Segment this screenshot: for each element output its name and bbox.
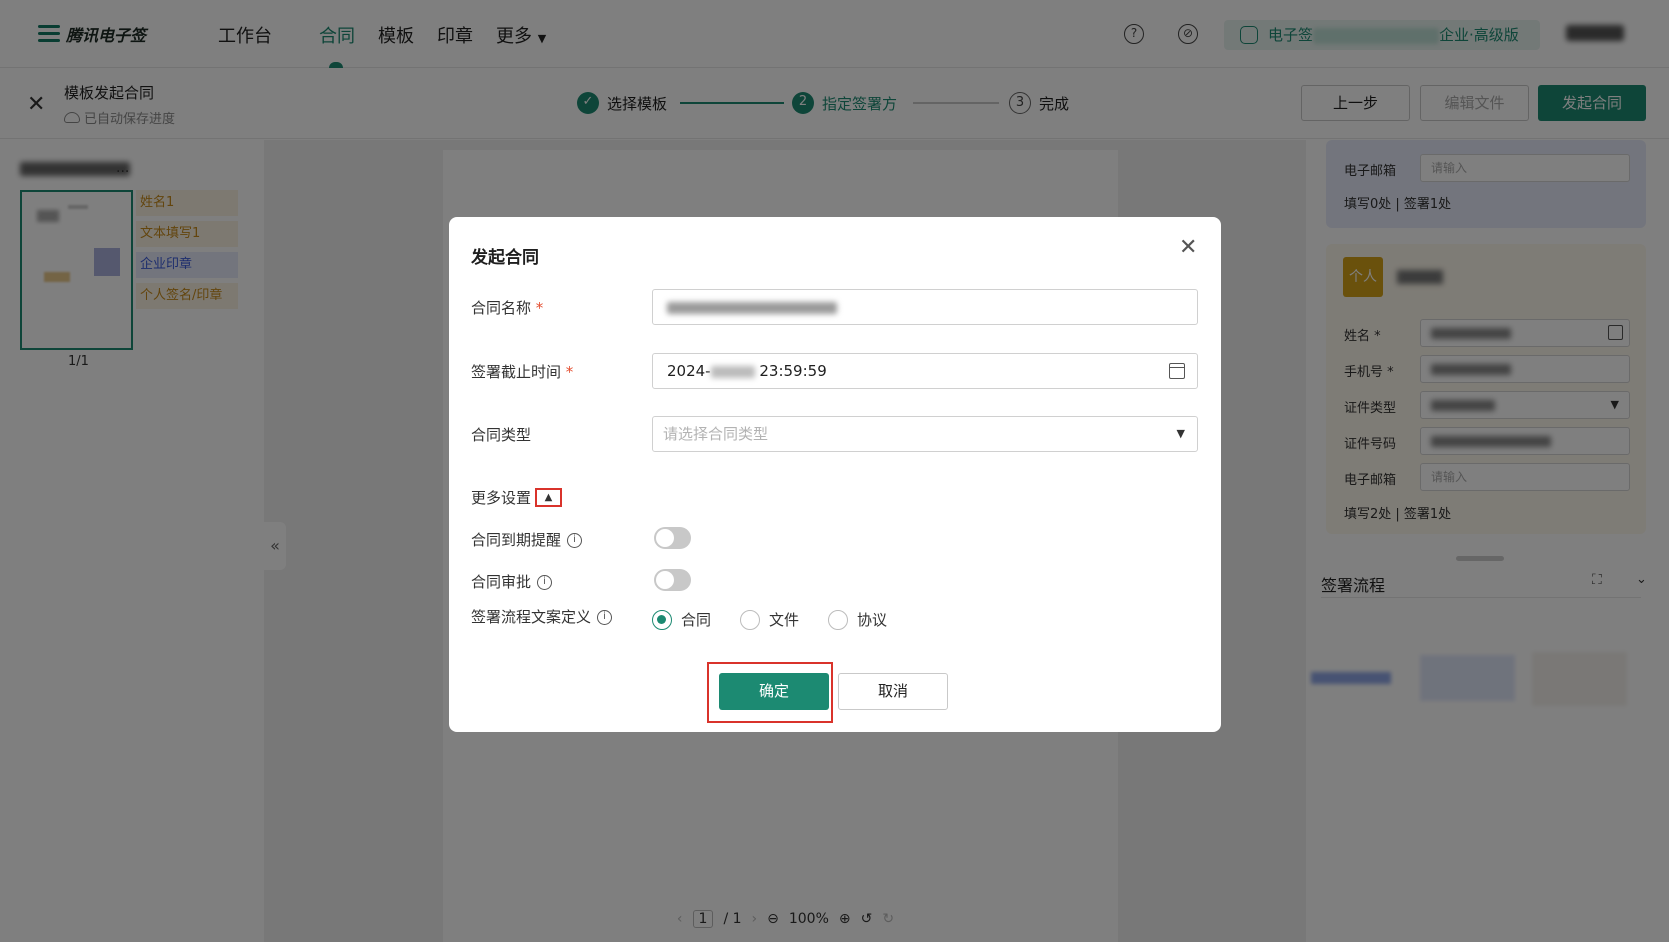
- calendar-icon[interactable]: [1169, 363, 1185, 379]
- radio-dot: [740, 609, 760, 630]
- expiry-reminder-text: 合同到期提醒: [471, 531, 562, 549]
- chevron-down-icon: ▼: [1176, 427, 1185, 440]
- chevron-up-icon[interactable]: ▲: [535, 488, 563, 507]
- deadline-date-redacted: [710, 365, 755, 378]
- radio-agreement-label: 协议: [857, 611, 888, 629]
- radio-contract[interactable]: 合同: [652, 609, 711, 630]
- flow-wording-text: 签署流程文案定义: [471, 608, 592, 626]
- expiry-reminder-label: 合同到期提醒 i: [471, 529, 583, 550]
- required-mark: *: [565, 363, 574, 381]
- expiry-reminder-toggle[interactable]: [654, 527, 691, 549]
- radio-dot: [652, 609, 672, 630]
- contract-name-label-text: 合同名称: [471, 299, 532, 317]
- contract-type-select[interactable]: 请选择合同类型 ▼: [652, 416, 1198, 452]
- deadline-input[interactable]: 2024- 23:59:59: [652, 353, 1198, 389]
- contract-type-label: 合同类型: [471, 426, 532, 444]
- contract-approval-toggle[interactable]: [654, 569, 691, 591]
- deadline-label-text: 签署截止时间: [471, 363, 562, 381]
- radio-agreement[interactable]: 协议: [828, 609, 887, 630]
- contract-name-value-redacted: [667, 301, 837, 314]
- radio-contract-label: 合同: [681, 611, 712, 629]
- contract-name-label: 合同名称 *: [471, 297, 543, 318]
- start-contract-dialog: 发起合同 ✕ 合同名称 * 签署截止时间 * 2024- 23:59:59 合同…: [449, 217, 1221, 732]
- contract-approval-label: 合同审批 i: [471, 571, 553, 592]
- dialog-title: 发起合同: [471, 248, 539, 268]
- deadline-time: 23:59:59: [759, 362, 827, 380]
- radio-dot: [828, 609, 848, 630]
- required-mark: *: [535, 299, 544, 317]
- radio-file[interactable]: 文件: [740, 609, 799, 630]
- more-settings-label: 更多设置: [471, 489, 532, 507]
- cancel-button[interactable]: 取消: [838, 673, 948, 710]
- radio-file-label: 文件: [769, 611, 800, 629]
- contract-name-input[interactable]: [652, 289, 1198, 325]
- info-icon[interactable]: i: [537, 575, 553, 590]
- confirm-button[interactable]: 确定: [719, 673, 829, 710]
- contract-type-placeholder: 请选择合同类型: [663, 425, 769, 443]
- contract-approval-text: 合同审批: [471, 573, 532, 591]
- deadline-label: 签署截止时间 *: [471, 361, 573, 382]
- close-icon[interactable]: ✕: [1179, 235, 1197, 260]
- info-icon[interactable]: i: [597, 610, 613, 625]
- deadline-year: 2024-: [667, 362, 711, 380]
- flow-wording-label: 签署流程文案定义 i: [471, 606, 613, 627]
- info-icon[interactable]: i: [567, 533, 583, 548]
- more-settings-toggle[interactable]: 更多设置 ▲: [471, 487, 563, 508]
